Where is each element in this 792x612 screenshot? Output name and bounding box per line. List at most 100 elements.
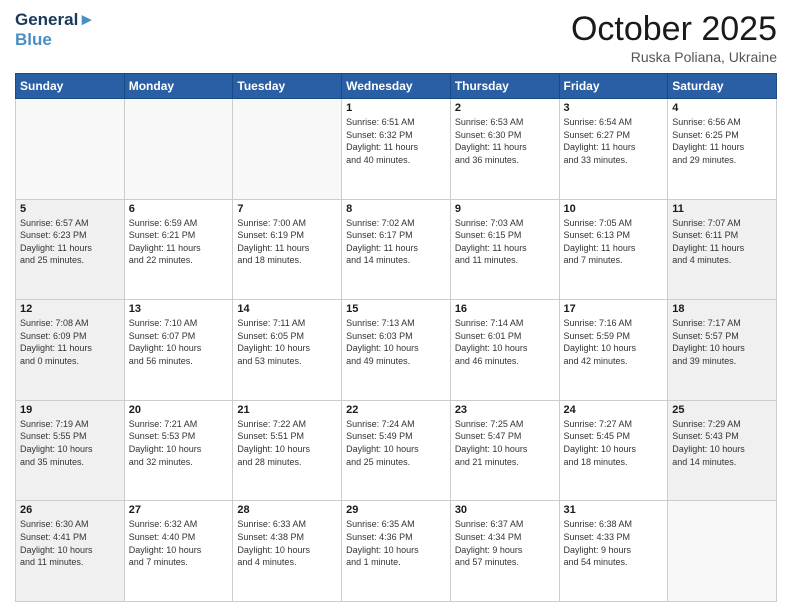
day-number: 5 bbox=[20, 203, 120, 215]
logo: General► Blue bbox=[15, 10, 95, 49]
calendar-cell: 11 Sunrise: 7:07 AM Sunset: 6:11 PM Dayli… bbox=[668, 199, 777, 300]
day-number: 27 bbox=[129, 504, 229, 516]
day-info: Sunrise: 7:14 AM Sunset: 6:01 PM Dayligh… bbox=[455, 317, 555, 367]
day-info: Sunrise: 7:07 AM Sunset: 6:11 PM Dayligh… bbox=[672, 217, 772, 267]
calendar-cell: 19Sunrise: 7:19 AM Sunset: 5:55 PM Dayli… bbox=[16, 400, 125, 501]
calendar-cell: 7 Sunrise: 7:00 AM Sunset: 6:19 PM Daylig… bbox=[233, 199, 342, 300]
day-info: Sunrise: 7:16 AM Sunset: 5:59 PM Dayligh… bbox=[564, 317, 664, 367]
day-info: Sunrise: 7:21 AM Sunset: 5:53 PM Dayligh… bbox=[129, 418, 229, 468]
day-number: 24 bbox=[564, 404, 664, 416]
weekday-header-tuesday: Tuesday bbox=[233, 74, 342, 99]
month-title: October 2025 bbox=[571, 10, 777, 49]
calendar-cell: 1 Sunrise: 6:51 AM Sunset: 6:32 PM Daylig… bbox=[342, 99, 451, 200]
day-number: 22 bbox=[346, 404, 446, 416]
day-number: 23 bbox=[455, 404, 555, 416]
day-info: Sunrise: 6:35 AM Sunset: 4:36 PM Dayligh… bbox=[346, 518, 446, 568]
day-number: 15 bbox=[346, 303, 446, 315]
calendar-cell: 25 Sunrise: 7:29 AM Sunset: 5:43 PM Dayli… bbox=[668, 400, 777, 501]
day-number: 10 bbox=[564, 203, 664, 215]
calendar-cell: 23 Sunrise: 7:25 AM Sunset: 5:47 PM Dayli… bbox=[450, 400, 559, 501]
calendar-cell: 4Sunrise: 6:56 AM Sunset: 6:25 PM Daylig… bbox=[668, 99, 777, 200]
day-info: Sunrise: 7:02 AM Sunset: 6:17 PM Dayligh… bbox=[346, 217, 446, 267]
day-info: Sunrise: 7:17 AM Sunset: 5:57 PM Dayligh… bbox=[672, 317, 772, 367]
calendar-cell: 21Sunrise: 7:22 AM Sunset: 5:51 PM Dayli… bbox=[233, 400, 342, 501]
calendar-cell: 26Sunrise: 6:30 AM Sunset: 4:41 PM Dayli… bbox=[16, 501, 125, 602]
day-number: 26 bbox=[20, 504, 120, 516]
week-row-4: 19Sunrise: 7:19 AM Sunset: 5:55 PM Dayli… bbox=[16, 400, 777, 501]
weekday-header-friday: Friday bbox=[559, 74, 668, 99]
week-row-5: 26Sunrise: 6:30 AM Sunset: 4:41 PM Dayli… bbox=[16, 501, 777, 602]
day-info: Sunrise: 7:03 AM Sunset: 6:15 PM Dayligh… bbox=[455, 217, 555, 267]
calendar-cell bbox=[233, 99, 342, 200]
day-info: Sunrise: 7:10 AM Sunset: 6:07 PM Dayligh… bbox=[129, 317, 229, 367]
day-number: 31 bbox=[564, 504, 664, 516]
day-number: 20 bbox=[129, 404, 229, 416]
calendar-cell: 8 Sunrise: 7:02 AM Sunset: 6:17 PM Daylig… bbox=[342, 199, 451, 300]
calendar-cell: 14 Sunrise: 7:11 AM Sunset: 6:05 PM Dayli… bbox=[233, 300, 342, 401]
week-row-2: 5 Sunrise: 6:57 AM Sunset: 6:23 PM Daylig… bbox=[16, 199, 777, 300]
calendar-cell: 15 Sunrise: 7:13 AM Sunset: 6:03 PM Dayli… bbox=[342, 300, 451, 401]
weekday-header-wednesday: Wednesday bbox=[342, 74, 451, 99]
page: General► Blue October 2025 Ruska Poliana… bbox=[0, 0, 792, 612]
day-info: Sunrise: 6:32 AM Sunset: 4:40 PM Dayligh… bbox=[129, 518, 229, 568]
day-info: Sunrise: 6:57 AM Sunset: 6:23 PM Dayligh… bbox=[20, 217, 120, 267]
day-info: Sunrise: 6:56 AM Sunset: 6:25 PM Dayligh… bbox=[672, 116, 772, 166]
day-info: Sunrise: 7:11 AM Sunset: 6:05 PM Dayligh… bbox=[237, 317, 337, 367]
calendar-cell: 24 Sunrise: 7:27 AM Sunset: 5:45 PM Dayli… bbox=[559, 400, 668, 501]
day-info: Sunrise: 7:13 AM Sunset: 6:03 PM Dayligh… bbox=[346, 317, 446, 367]
calendar-cell: 3 Sunrise: 6:54 AM Sunset: 6:27 PM Daylig… bbox=[559, 99, 668, 200]
day-number: 3 bbox=[564, 102, 664, 114]
day-info: Sunrise: 7:00 AM Sunset: 6:19 PM Dayligh… bbox=[237, 217, 337, 267]
day-number: 28 bbox=[237, 504, 337, 516]
day-info: Sunrise: 6:51 AM Sunset: 6:32 PM Dayligh… bbox=[346, 116, 446, 166]
day-number: 8 bbox=[346, 203, 446, 215]
day-info: Sunrise: 7:29 AM Sunset: 5:43 PM Dayligh… bbox=[672, 418, 772, 468]
day-info: Sunrise: 7:27 AM Sunset: 5:45 PM Dayligh… bbox=[564, 418, 664, 468]
day-number: 21 bbox=[237, 404, 337, 416]
day-number: 13 bbox=[129, 303, 229, 315]
day-number: 12 bbox=[20, 303, 120, 315]
logo-text: General► Blue bbox=[15, 10, 95, 49]
location: Ruska Poliana, Ukraine bbox=[571, 49, 777, 65]
calendar-cell: 18Sunrise: 7:17 AM Sunset: 5:57 PM Dayli… bbox=[668, 300, 777, 401]
day-number: 16 bbox=[455, 303, 555, 315]
calendar-cell: 10 Sunrise: 7:05 AM Sunset: 6:13 PM Dayli… bbox=[559, 199, 668, 300]
calendar-cell bbox=[124, 99, 233, 200]
day-number: 7 bbox=[237, 203, 337, 215]
calendar-cell: 9 Sunrise: 7:03 AM Sunset: 6:15 PM Daylig… bbox=[450, 199, 559, 300]
weekday-header-saturday: Saturday bbox=[668, 74, 777, 99]
day-info: Sunrise: 6:54 AM Sunset: 6:27 PM Dayligh… bbox=[564, 116, 664, 166]
day-info: Sunrise: 6:38 AM Sunset: 4:33 PM Dayligh… bbox=[564, 518, 664, 568]
calendar-cell: 29 Sunrise: 6:35 AM Sunset: 4:36 PM Dayli… bbox=[342, 501, 451, 602]
day-number: 29 bbox=[346, 504, 446, 516]
calendar-cell: 31 Sunrise: 6:38 AM Sunset: 4:33 PM Dayli… bbox=[559, 501, 668, 602]
day-number: 30 bbox=[455, 504, 555, 516]
day-number: 14 bbox=[237, 303, 337, 315]
calendar-cell: 20 Sunrise: 7:21 AM Sunset: 5:53 PM Dayli… bbox=[124, 400, 233, 501]
calendar-cell bbox=[16, 99, 125, 200]
day-info: Sunrise: 6:59 AM Sunset: 6:21 PM Dayligh… bbox=[129, 217, 229, 267]
day-number: 1 bbox=[346, 102, 446, 114]
calendar-cell: 27 Sunrise: 6:32 AM Sunset: 4:40 PM Dayli… bbox=[124, 501, 233, 602]
weekday-header-thursday: Thursday bbox=[450, 74, 559, 99]
day-info: Sunrise: 7:05 AM Sunset: 6:13 PM Dayligh… bbox=[564, 217, 664, 267]
calendar-cell: 16 Sunrise: 7:14 AM Sunset: 6:01 PM Dayli… bbox=[450, 300, 559, 401]
day-info: Sunrise: 7:08 AM Sunset: 6:09 PM Dayligh… bbox=[20, 317, 120, 367]
day-number: 9 bbox=[455, 203, 555, 215]
day-number: 11 bbox=[672, 203, 772, 215]
day-number: 25 bbox=[672, 404, 772, 416]
week-row-1: 1 Sunrise: 6:51 AM Sunset: 6:32 PM Daylig… bbox=[16, 99, 777, 200]
week-row-3: 12 Sunrise: 7:08 AM Sunset: 6:09 PM Dayli… bbox=[16, 300, 777, 401]
title-section: October 2025 Ruska Poliana, Ukraine bbox=[571, 10, 777, 65]
day-info: Sunrise: 7:25 AM Sunset: 5:47 PM Dayligh… bbox=[455, 418, 555, 468]
calendar-cell: 22Sunrise: 7:24 AM Sunset: 5:49 PM Dayli… bbox=[342, 400, 451, 501]
calendar-cell: 5 Sunrise: 6:57 AM Sunset: 6:23 PM Daylig… bbox=[16, 199, 125, 300]
day-number: 6 bbox=[129, 203, 229, 215]
calendar-cell: 6 Sunrise: 6:59 AM Sunset: 6:21 PM Daylig… bbox=[124, 199, 233, 300]
weekday-header-sunday: Sunday bbox=[16, 74, 125, 99]
calendar-cell: 13 Sunrise: 7:10 AM Sunset: 6:07 PM Dayli… bbox=[124, 300, 233, 401]
day-info: Sunrise: 6:33 AM Sunset: 4:38 PM Dayligh… bbox=[237, 518, 337, 568]
day-info: Sunrise: 7:19 AM Sunset: 5:55 PM Dayligh… bbox=[20, 418, 120, 468]
header: General► Blue October 2025 Ruska Poliana… bbox=[15, 10, 777, 65]
weekday-header-monday: Monday bbox=[124, 74, 233, 99]
